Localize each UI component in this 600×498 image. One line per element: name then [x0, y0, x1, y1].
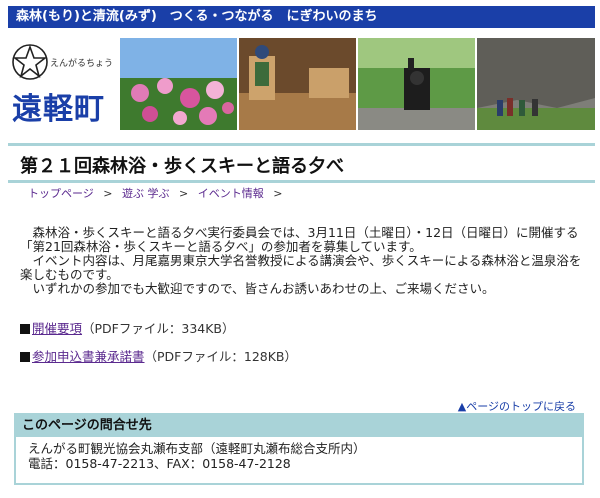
header-photo-flowers: [120, 38, 237, 130]
header-photo-museum: [239, 38, 356, 130]
page-title-box: 第２１回森林浴・歩くスキーと語る夕べ: [8, 143, 595, 183]
contact-phone-fax: 電話：0158-47-2213、FAX：0158-47-2128: [28, 456, 291, 471]
contact-box: このページの問合せ先 えんがる町観光協会丸瀬布支部（遠軽町丸瀬布総合支所内） 電…: [14, 413, 584, 485]
file-size-note: （PDFファイル：128KB）: [144, 349, 298, 364]
square-bullet-icon: [20, 352, 30, 362]
document-link-row: 開催要項（PDFファイル：334KB）: [20, 318, 235, 337]
contact-organization: えんがる町観光協会丸瀬布支部（遠軽町丸瀬布総合支所内）: [28, 441, 366, 456]
contact-heading: このページの問合せ先: [16, 415, 582, 437]
square-bullet-icon: [20, 324, 30, 334]
site-slogan-bar: 森林(もり)と清流(みず) つくる・つながる にぎわいのまち: [8, 6, 595, 28]
site-slogan: 森林(もり)と清流(みず) つくる・つながる にぎわいのまち: [16, 9, 378, 24]
article-paragraph: いずれかの参加でも大歓迎ですので、皆さんお誘いあわせの上、ご来場ください。: [20, 281, 495, 296]
breadcrumb-separator: >: [273, 187, 283, 200]
article-paragraph: 森林浴・歩くスキーと語る夕べ実行委員会では、3月11日（土曜日）・12日（日曜日…: [20, 225, 579, 254]
site-header: えんがるちょう 遠軽町: [8, 38, 595, 130]
breadcrumb-link-events[interactable]: イベント情報: [198, 187, 264, 200]
town-logo[interactable]: えんがるちょう 遠軽町: [8, 38, 118, 130]
back-to-top-link[interactable]: ▲ページのトップに戻る: [458, 398, 576, 414]
town-emblem-icon: [10, 42, 50, 82]
town-name: 遠軽町: [12, 92, 105, 127]
header-photo-rock-cliff: [477, 38, 595, 130]
file-size-note: （PDFファイル：334KB）: [82, 321, 235, 336]
town-name-reading: えんがるちょう: [50, 59, 114, 69]
header-photo-steam-train: [358, 38, 475, 130]
page-title: 第２１回森林浴・歩くスキーと語る夕べ: [20, 156, 344, 177]
breadcrumb-separator: >: [179, 187, 189, 200]
contact-body: えんがる町観光協会丸瀬布支部（遠軽町丸瀬布総合支所内） 電話：0158-47-2…: [16, 437, 582, 475]
event-guidelines-pdf-link[interactable]: 開催要項: [32, 321, 82, 336]
article-paragraph: イベント内容は、月尾嘉男東京大学名誉教授による講演会や、歩くスキーによる森林浴と…: [20, 253, 582, 282]
breadcrumb-link-top[interactable]: トップページ: [28, 187, 94, 200]
article-body: 森林浴・歩くスキーと語る夕べ実行委員会では、3月11日（土曜日）・12日（日曜日…: [20, 226, 585, 296]
breadcrumb-separator: >: [103, 187, 113, 200]
breadcrumb-link-play-learn[interactable]: 遊ぶ 学ぶ: [122, 187, 170, 200]
document-link-row: 参加申込書兼承諾書（PDFファイル：128KB）: [20, 346, 297, 365]
breadcrumb: トップページ > 遊ぶ 学ぶ > イベント情報 >: [28, 185, 288, 201]
application-form-pdf-link[interactable]: 参加申込書兼承諾書: [32, 349, 145, 364]
